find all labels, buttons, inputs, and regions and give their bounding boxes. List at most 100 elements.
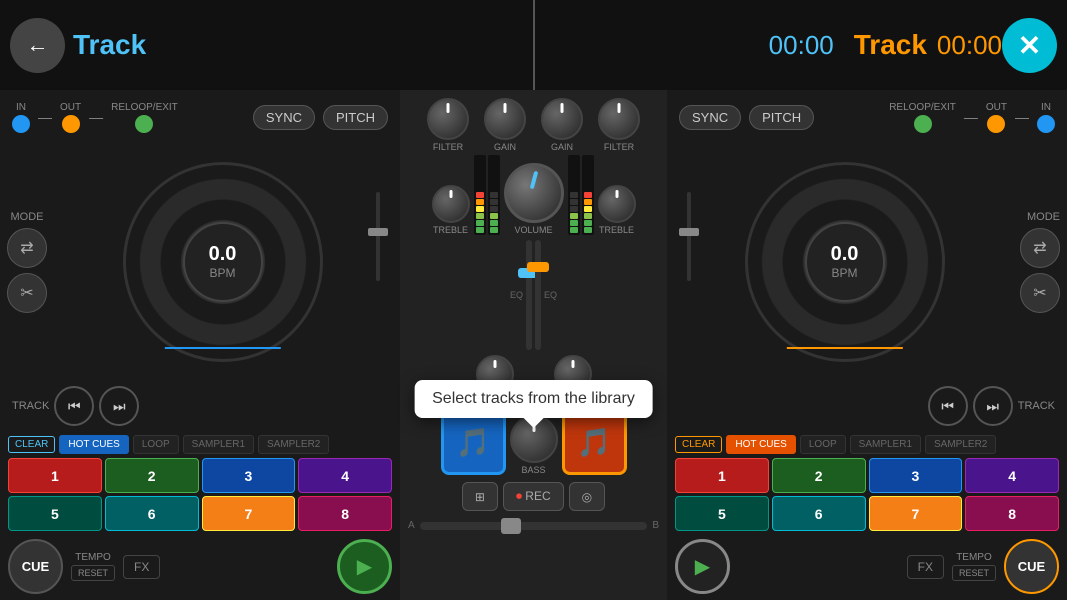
music-add-button-right[interactable]: 🎵 — [562, 410, 627, 475]
fx-button-right[interactable]: FX — [907, 555, 944, 579]
reloop-label-left: RELOOP/EXIT — [111, 102, 178, 113]
clear-button-left[interactable]: CLEAR — [8, 436, 55, 453]
hot-cue-2-right[interactable]: 2 — [772, 458, 866, 493]
hot-cues-tab-right[interactable]: HOT CUES — [726, 435, 796, 454]
filter-knob-right[interactable] — [598, 98, 640, 140]
center-divider — [533, 0, 535, 90]
sampler1-tab-left[interactable]: SAMPLER1 — [183, 435, 254, 454]
mode-btn-search-left[interactable]: ✂ — [7, 273, 47, 313]
sampler1-tab-right[interactable]: SAMPLER1 — [850, 435, 921, 454]
bpm-line-right — [786, 347, 902, 349]
hot-cue-6-right[interactable]: 6 — [772, 496, 866, 531]
hot-cue-3-right[interactable]: 3 — [869, 458, 963, 493]
gain-knob-right[interactable] — [541, 98, 583, 140]
fader-thumb-right — [527, 262, 549, 272]
mixer: FILTER GAIN GAIN FILTER TREBLE — [400, 90, 667, 600]
out-led-left — [62, 115, 80, 133]
sync-button-right[interactable]: SYNC — [679, 105, 741, 130]
track-label-sm-left: TRACK — [12, 400, 49, 412]
track-prev-right[interactable]: ⏮ — [928, 386, 968, 426]
fx-button-left[interactable]: FX — [123, 555, 160, 579]
rec-label: REC — [525, 489, 550, 503]
pitch-button-left[interactable]: PITCH — [323, 105, 388, 130]
mode-btn-search-right[interactable]: ✂ — [1020, 273, 1060, 313]
hot-cue-4-left[interactable]: 4 — [298, 458, 392, 493]
hot-cue-5-left[interactable]: 5 — [8, 496, 102, 531]
hot-cue-8-left[interactable]: 8 — [298, 496, 392, 531]
sampler2-tab-left[interactable]: SAMPLER2 — [258, 435, 329, 454]
track-label-right: Track — [854, 29, 927, 61]
reset-button-left[interactable]: RESET — [71, 565, 115, 581]
pitch-thumb-left — [368, 228, 388, 236]
bpm-label-left: BPM — [209, 266, 235, 280]
hot-area-left: CLEAR HOT CUES LOOP SAMPLER1 SAMPLER2 1 … — [2, 431, 398, 535]
gain-knob-left[interactable] — [484, 98, 526, 140]
hot-cue-1-left[interactable]: 1 — [8, 458, 102, 493]
music-add-button-left[interactable]: 🎵 — [441, 410, 506, 475]
fader-right[interactable] — [535, 240, 541, 350]
in-led-right — [1037, 115, 1055, 133]
deck-left: IN — OUT — RELOOP/EXIT SYNC PITCH — [0, 90, 400, 600]
track-next-right[interactable]: ⏭ — [973, 386, 1013, 426]
out-label-left: OUT — [60, 102, 81, 113]
loop-tab-left[interactable]: LOOP — [133, 435, 179, 454]
close-button[interactable]: ✕ — [1002, 18, 1057, 73]
bpm-label-right: BPM — [831, 266, 857, 280]
mixer-top-knobs: FILTER GAIN GAIN FILTER — [417, 90, 650, 152]
fader-left[interactable] — [526, 240, 532, 350]
reloop-led-right — [914, 115, 932, 133]
mode-btn-arrows-left[interactable]: ⇄ — [7, 228, 47, 268]
mixer-icon: ⊞ — [475, 490, 485, 504]
deck-left-top-controls: IN — OUT — RELOOP/EXIT SYNC PITCH — [2, 92, 398, 142]
loop-tab-right[interactable]: LOOP — [800, 435, 846, 454]
cue-button-right[interactable]: CUE — [1004, 539, 1059, 594]
dj-area: IN — OUT — RELOOP/EXIT SYNC PITCH — [0, 90, 1067, 600]
sampler2-tab-right[interactable]: SAMPLER2 — [925, 435, 996, 454]
filter-knob-left[interactable] — [427, 98, 469, 140]
hot-cues-tab-left[interactable]: HOT CUES — [59, 435, 129, 454]
mode-label-left: MODE — [7, 211, 47, 223]
gain-label-left: GAIN — [494, 142, 516, 152]
hot-cue-7-right[interactable]: 7 — [869, 496, 963, 531]
bpm-value-right: 0.0 — [831, 243, 859, 266]
back-icon: ← — [27, 32, 49, 58]
pitch-button-right[interactable]: PITCH — [749, 105, 814, 130]
out-led-right — [987, 115, 1005, 133]
sync-button-left[interactable]: SYNC — [253, 105, 315, 130]
play-button-left[interactable]: ▶ — [337, 539, 392, 594]
mixer-button[interactable]: ⊞ — [462, 482, 498, 511]
hot-cue-2-left[interactable]: 2 — [105, 458, 199, 493]
track-prev-left[interactable]: ⏮ — [54, 386, 94, 426]
play-button-right[interactable]: ▶ — [675, 539, 730, 594]
turntable-left[interactable]: 0.0 BPM — [123, 162, 323, 362]
target-button[interactable]: ◎ — [569, 482, 605, 511]
hot-cue-8-right[interactable]: 8 — [965, 496, 1059, 531]
turntable-right[interactable]: 0.0 BPM — [745, 162, 945, 362]
bass-label: BASS — [521, 465, 545, 475]
bpm-value-left: 0.0 — [209, 243, 237, 266]
treble-knob-right[interactable] — [598, 185, 636, 223]
hot-cue-3-left[interactable]: 3 — [202, 458, 296, 493]
gain-label-right: GAIN — [551, 142, 573, 152]
pitch-slider-left[interactable] — [363, 192, 393, 281]
crossfader[interactable] — [420, 522, 648, 530]
volume-knob[interactable] — [504, 163, 564, 223]
mode-btn-arrows-right[interactable]: ⇄ — [1020, 228, 1060, 268]
track-next-left[interactable]: ⏭ — [99, 386, 139, 426]
hot-cue-7-left[interactable]: 7 — [202, 496, 296, 531]
hot-cue-1-right[interactable]: 1 — [675, 458, 769, 493]
rec-icon: ⏺ — [516, 489, 522, 503]
hot-cue-4-right[interactable]: 4 — [965, 458, 1059, 493]
rec-button[interactable]: ⏺ REC — [503, 482, 564, 511]
back-button[interactable]: ← — [10, 18, 65, 73]
track-controls-left: TRACK ⏮ ⏭ — [2, 381, 398, 431]
reset-button-right[interactable]: RESET — [952, 565, 996, 581]
cf-label-b: B — [652, 520, 659, 531]
treble-knob-left[interactable] — [432, 185, 470, 223]
clear-button-right[interactable]: CLEAR — [675, 436, 722, 453]
tooltip-text: Select tracks from the library — [432, 390, 635, 407]
hot-cue-5-right[interactable]: 5 — [675, 496, 769, 531]
hot-cue-6-left[interactable]: 6 — [105, 496, 199, 531]
cue-button-left[interactable]: CUE — [8, 539, 63, 594]
reloop-label-right: RELOOP/EXIT — [889, 102, 956, 113]
